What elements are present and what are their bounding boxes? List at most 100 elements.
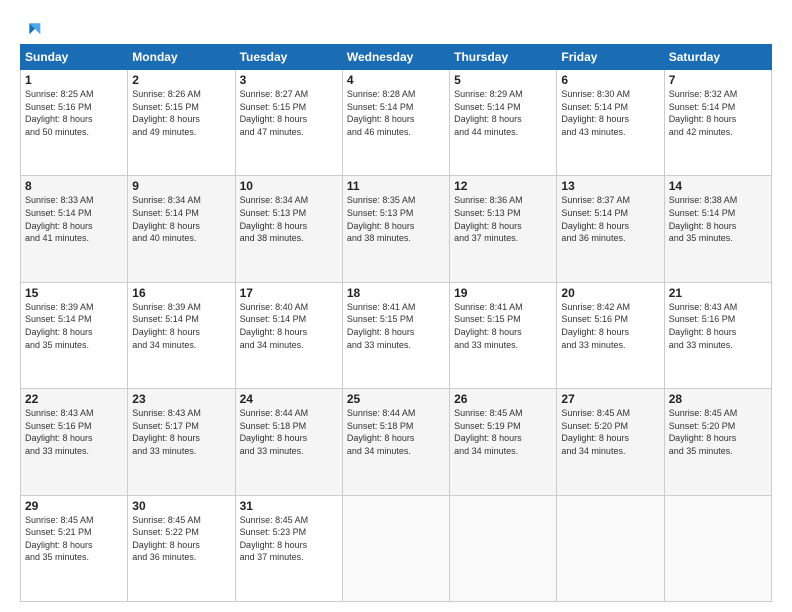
day-number: 9 bbox=[132, 179, 230, 193]
day-number: 17 bbox=[240, 286, 338, 300]
cell-info: Sunrise: 8:41 AM Sunset: 5:15 PM Dayligh… bbox=[454, 301, 552, 351]
day-number: 5 bbox=[454, 73, 552, 87]
cell-info: Sunrise: 8:44 AM Sunset: 5:18 PM Dayligh… bbox=[240, 407, 338, 457]
cell-info: Sunrise: 8:45 AM Sunset: 5:20 PM Dayligh… bbox=[669, 407, 767, 457]
calendar-cell: 24Sunrise: 8:44 AM Sunset: 5:18 PM Dayli… bbox=[235, 389, 342, 495]
calendar-cell: 6Sunrise: 8:30 AM Sunset: 5:14 PM Daylig… bbox=[557, 70, 664, 176]
logo-text bbox=[20, 16, 44, 38]
day-number: 10 bbox=[240, 179, 338, 193]
cell-info: Sunrise: 8:37 AM Sunset: 5:14 PM Dayligh… bbox=[561, 194, 659, 244]
calendar-cell: 28Sunrise: 8:45 AM Sunset: 5:20 PM Dayli… bbox=[664, 389, 771, 495]
day-number: 18 bbox=[347, 286, 445, 300]
calendar-header-monday: Monday bbox=[128, 45, 235, 70]
day-number: 15 bbox=[25, 286, 123, 300]
calendar-week-row: 15Sunrise: 8:39 AM Sunset: 5:14 PM Dayli… bbox=[21, 282, 772, 388]
cell-info: Sunrise: 8:43 AM Sunset: 5:17 PM Dayligh… bbox=[132, 407, 230, 457]
calendar-cell: 5Sunrise: 8:29 AM Sunset: 5:14 PM Daylig… bbox=[450, 70, 557, 176]
calendar-week-row: 8Sunrise: 8:33 AM Sunset: 5:14 PM Daylig… bbox=[21, 176, 772, 282]
cell-info: Sunrise: 8:45 AM Sunset: 5:19 PM Dayligh… bbox=[454, 407, 552, 457]
calendar-cell: 16Sunrise: 8:39 AM Sunset: 5:14 PM Dayli… bbox=[128, 282, 235, 388]
day-number: 3 bbox=[240, 73, 338, 87]
calendar-header-wednesday: Wednesday bbox=[342, 45, 449, 70]
day-number: 26 bbox=[454, 392, 552, 406]
calendar-cell: 26Sunrise: 8:45 AM Sunset: 5:19 PM Dayli… bbox=[450, 389, 557, 495]
calendar-week-row: 29Sunrise: 8:45 AM Sunset: 5:21 PM Dayli… bbox=[21, 495, 772, 601]
day-number: 12 bbox=[454, 179, 552, 193]
day-number: 13 bbox=[561, 179, 659, 193]
cell-info: Sunrise: 8:45 AM Sunset: 5:22 PM Dayligh… bbox=[132, 514, 230, 564]
calendar-header-tuesday: Tuesday bbox=[235, 45, 342, 70]
calendar-cell: 10Sunrise: 8:34 AM Sunset: 5:13 PM Dayli… bbox=[235, 176, 342, 282]
calendar-cell bbox=[342, 495, 449, 601]
cell-info: Sunrise: 8:42 AM Sunset: 5:16 PM Dayligh… bbox=[561, 301, 659, 351]
cell-info: Sunrise: 8:39 AM Sunset: 5:14 PM Dayligh… bbox=[25, 301, 123, 351]
day-number: 20 bbox=[561, 286, 659, 300]
calendar-cell: 12Sunrise: 8:36 AM Sunset: 5:13 PM Dayli… bbox=[450, 176, 557, 282]
page: SundayMondayTuesdayWednesdayThursdayFrid… bbox=[0, 0, 792, 612]
cell-info: Sunrise: 8:41 AM Sunset: 5:15 PM Dayligh… bbox=[347, 301, 445, 351]
day-number: 21 bbox=[669, 286, 767, 300]
day-number: 23 bbox=[132, 392, 230, 406]
calendar-header-friday: Friday bbox=[557, 45, 664, 70]
logo-icon bbox=[22, 16, 44, 38]
cell-info: Sunrise: 8:44 AM Sunset: 5:18 PM Dayligh… bbox=[347, 407, 445, 457]
cell-info: Sunrise: 8:45 AM Sunset: 5:21 PM Dayligh… bbox=[25, 514, 123, 564]
cell-info: Sunrise: 8:35 AM Sunset: 5:13 PM Dayligh… bbox=[347, 194, 445, 244]
calendar-cell: 15Sunrise: 8:39 AM Sunset: 5:14 PM Dayli… bbox=[21, 282, 128, 388]
calendar-cell: 3Sunrise: 8:27 AM Sunset: 5:15 PM Daylig… bbox=[235, 70, 342, 176]
cell-info: Sunrise: 8:27 AM Sunset: 5:15 PM Dayligh… bbox=[240, 88, 338, 138]
calendar-cell bbox=[664, 495, 771, 601]
cell-info: Sunrise: 8:34 AM Sunset: 5:14 PM Dayligh… bbox=[132, 194, 230, 244]
day-number: 24 bbox=[240, 392, 338, 406]
day-number: 8 bbox=[25, 179, 123, 193]
day-number: 22 bbox=[25, 392, 123, 406]
day-number: 25 bbox=[347, 392, 445, 406]
calendar-cell bbox=[450, 495, 557, 601]
cell-info: Sunrise: 8:39 AM Sunset: 5:14 PM Dayligh… bbox=[132, 301, 230, 351]
day-number: 16 bbox=[132, 286, 230, 300]
calendar-cell: 18Sunrise: 8:41 AM Sunset: 5:15 PM Dayli… bbox=[342, 282, 449, 388]
calendar-cell: 30Sunrise: 8:45 AM Sunset: 5:22 PM Dayli… bbox=[128, 495, 235, 601]
day-number: 11 bbox=[347, 179, 445, 193]
cell-info: Sunrise: 8:25 AM Sunset: 5:16 PM Dayligh… bbox=[25, 88, 123, 138]
calendar-week-row: 22Sunrise: 8:43 AM Sunset: 5:16 PM Dayli… bbox=[21, 389, 772, 495]
calendar-cell bbox=[557, 495, 664, 601]
day-number: 28 bbox=[669, 392, 767, 406]
calendar-week-row: 1Sunrise: 8:25 AM Sunset: 5:16 PM Daylig… bbox=[21, 70, 772, 176]
calendar-cell: 1Sunrise: 8:25 AM Sunset: 5:16 PM Daylig… bbox=[21, 70, 128, 176]
day-number: 4 bbox=[347, 73, 445, 87]
day-number: 2 bbox=[132, 73, 230, 87]
cell-info: Sunrise: 8:45 AM Sunset: 5:23 PM Dayligh… bbox=[240, 514, 338, 564]
day-number: 29 bbox=[25, 499, 123, 513]
cell-info: Sunrise: 8:38 AM Sunset: 5:14 PM Dayligh… bbox=[669, 194, 767, 244]
calendar-cell: 13Sunrise: 8:37 AM Sunset: 5:14 PM Dayli… bbox=[557, 176, 664, 282]
day-number: 6 bbox=[561, 73, 659, 87]
cell-info: Sunrise: 8:45 AM Sunset: 5:20 PM Dayligh… bbox=[561, 407, 659, 457]
cell-info: Sunrise: 8:29 AM Sunset: 5:14 PM Dayligh… bbox=[454, 88, 552, 138]
calendar-cell: 23Sunrise: 8:43 AM Sunset: 5:17 PM Dayli… bbox=[128, 389, 235, 495]
calendar-cell: 17Sunrise: 8:40 AM Sunset: 5:14 PM Dayli… bbox=[235, 282, 342, 388]
calendar-cell: 27Sunrise: 8:45 AM Sunset: 5:20 PM Dayli… bbox=[557, 389, 664, 495]
day-number: 30 bbox=[132, 499, 230, 513]
calendar-cell: 22Sunrise: 8:43 AM Sunset: 5:16 PM Dayli… bbox=[21, 389, 128, 495]
day-number: 31 bbox=[240, 499, 338, 513]
cell-info: Sunrise: 8:26 AM Sunset: 5:15 PM Dayligh… bbox=[132, 88, 230, 138]
day-number: 7 bbox=[669, 73, 767, 87]
cell-info: Sunrise: 8:33 AM Sunset: 5:14 PM Dayligh… bbox=[25, 194, 123, 244]
day-number: 19 bbox=[454, 286, 552, 300]
day-number: 14 bbox=[669, 179, 767, 193]
cell-info: Sunrise: 8:40 AM Sunset: 5:14 PM Dayligh… bbox=[240, 301, 338, 351]
calendar-header-saturday: Saturday bbox=[664, 45, 771, 70]
calendar-cell: 11Sunrise: 8:35 AM Sunset: 5:13 PM Dayli… bbox=[342, 176, 449, 282]
calendar-cell: 8Sunrise: 8:33 AM Sunset: 5:14 PM Daylig… bbox=[21, 176, 128, 282]
calendar-cell: 25Sunrise: 8:44 AM Sunset: 5:18 PM Dayli… bbox=[342, 389, 449, 495]
day-number: 1 bbox=[25, 73, 123, 87]
calendar-cell: 4Sunrise: 8:28 AM Sunset: 5:14 PM Daylig… bbox=[342, 70, 449, 176]
cell-info: Sunrise: 8:43 AM Sunset: 5:16 PM Dayligh… bbox=[25, 407, 123, 457]
cell-info: Sunrise: 8:28 AM Sunset: 5:14 PM Dayligh… bbox=[347, 88, 445, 138]
calendar-cell: 21Sunrise: 8:43 AM Sunset: 5:16 PM Dayli… bbox=[664, 282, 771, 388]
calendar-cell: 31Sunrise: 8:45 AM Sunset: 5:23 PM Dayli… bbox=[235, 495, 342, 601]
cell-info: Sunrise: 8:30 AM Sunset: 5:14 PM Dayligh… bbox=[561, 88, 659, 138]
calendar-cell: 14Sunrise: 8:38 AM Sunset: 5:14 PM Dayli… bbox=[664, 176, 771, 282]
header bbox=[20, 16, 772, 34]
